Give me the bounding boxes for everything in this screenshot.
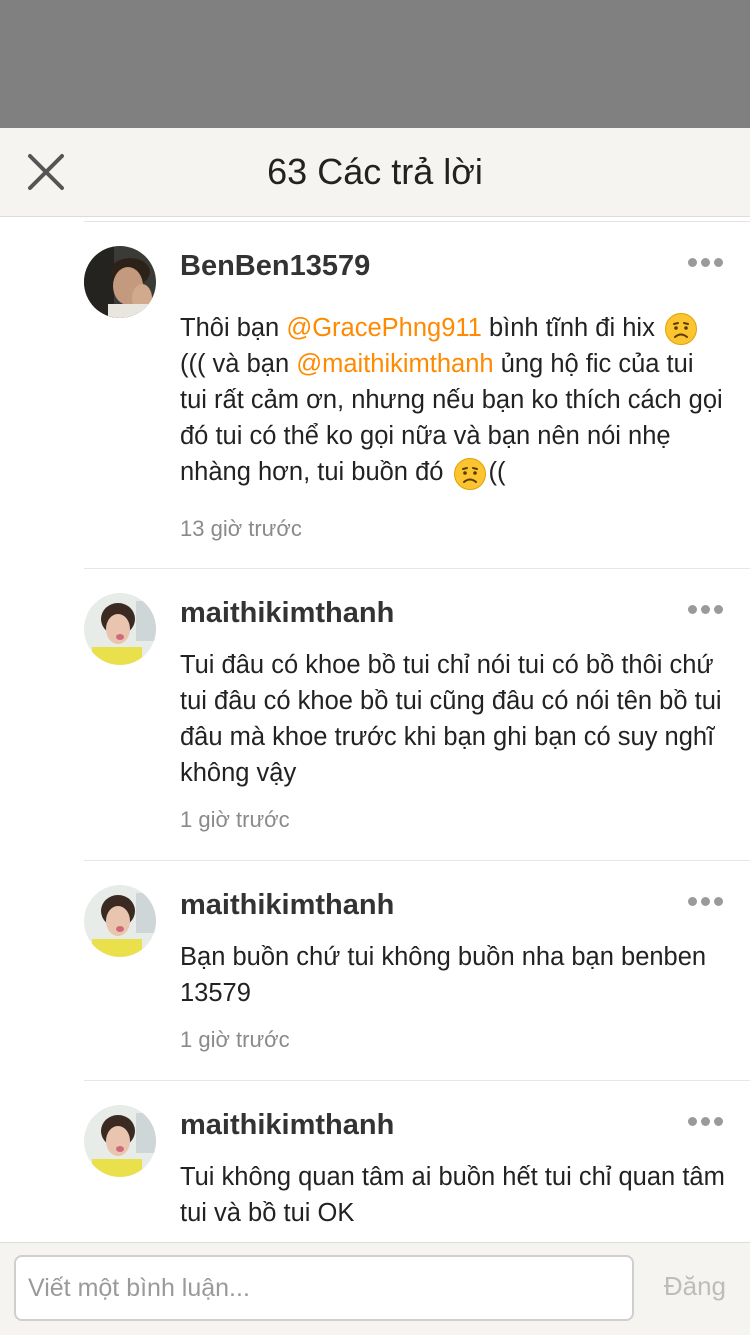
more-options-button[interactable] [688, 601, 728, 615]
more-dots-icon [714, 1117, 723, 1126]
avatar[interactable] [84, 885, 156, 957]
worried-face-emoji-icon [664, 313, 697, 346]
replies-header: 63 Các trả lời [0, 128, 750, 217]
avatar[interactable] [84, 246, 156, 318]
comment-username[interactable]: maithikimthanh [180, 597, 394, 630]
comment-list[interactable]: BenBen13579 Thôi bạn @GracePhng911 bình … [0, 222, 750, 1242]
comment-text: Tui đâu có khoe bồ tui chỉ nói tui có bồ… [180, 651, 722, 787]
comment-username[interactable]: maithikimthanh [180, 1109, 394, 1142]
comment-item: BenBen13579 Thôi bạn @GracePhng911 bình … [84, 222, 750, 569]
comment-text-part: (( [488, 458, 506, 487]
more-dots-icon [688, 258, 697, 267]
comment-timestamp: 13 giờ trước [180, 516, 302, 541]
more-dots-icon [688, 1117, 697, 1126]
more-dots-icon [701, 897, 710, 906]
dimmed-background-overlay[interactable] [0, 0, 750, 128]
comment-text-part: Thôi bạn [180, 314, 287, 342]
comment-input[interactable] [14, 1255, 634, 1321]
comment-item: maithikimthanh Tui không quan tâm ai buồ… [84, 1081, 750, 1242]
avatar[interactable] [84, 1105, 156, 1177]
mention-link[interactable]: @maithikimthanh [296, 350, 493, 378]
more-options-button[interactable] [688, 1113, 728, 1127]
comment-composer: Đăng [0, 1242, 750, 1335]
comment-item: maithikimthanh Tui đâu có khoe bồ tui ch… [84, 569, 750, 861]
comment-username[interactable]: BenBen13579 [180, 250, 370, 283]
comment-text: Tui không quan tâm ai buồn hết tui chỉ q… [180, 1163, 725, 1227]
post-button[interactable]: Đăng [664, 1271, 726, 1302]
more-options-button[interactable] [688, 893, 728, 907]
more-dots-icon [701, 258, 710, 267]
more-dots-icon [714, 258, 723, 267]
more-dots-icon [714, 897, 723, 906]
more-dots-icon [714, 605, 723, 614]
more-dots-icon [688, 897, 697, 906]
more-options-button[interactable] [688, 254, 728, 268]
more-dots-icon [688, 605, 697, 614]
mention-link[interactable]: @GracePhng911 [286, 314, 482, 342]
comment-timestamp: 1 giờ trước [180, 807, 290, 832]
comment-text: Thôi bạn @GracePhng911 bình tĩnh đi hix … [180, 310, 726, 491]
more-dots-icon [701, 1117, 710, 1126]
comment-text-part: bình tĩnh đi hix [481, 314, 662, 342]
comment-item: maithikimthanh Bạn buồn chứ tui không bu… [84, 861, 750, 1081]
more-dots-icon [701, 605, 710, 614]
comment-username[interactable]: maithikimthanh [180, 889, 394, 922]
replies-count-title: 63 Các trả lời [267, 151, 483, 192]
worried-face-emoji-icon [453, 457, 486, 490]
comment-text: Bạn buồn chứ tui không buồn nha bạn benb… [180, 943, 707, 1007]
comment-text-part: ((( và bạn [180, 350, 297, 379]
avatar[interactable] [84, 593, 156, 665]
comment-timestamp: 1 giờ trước [180, 1027, 290, 1052]
